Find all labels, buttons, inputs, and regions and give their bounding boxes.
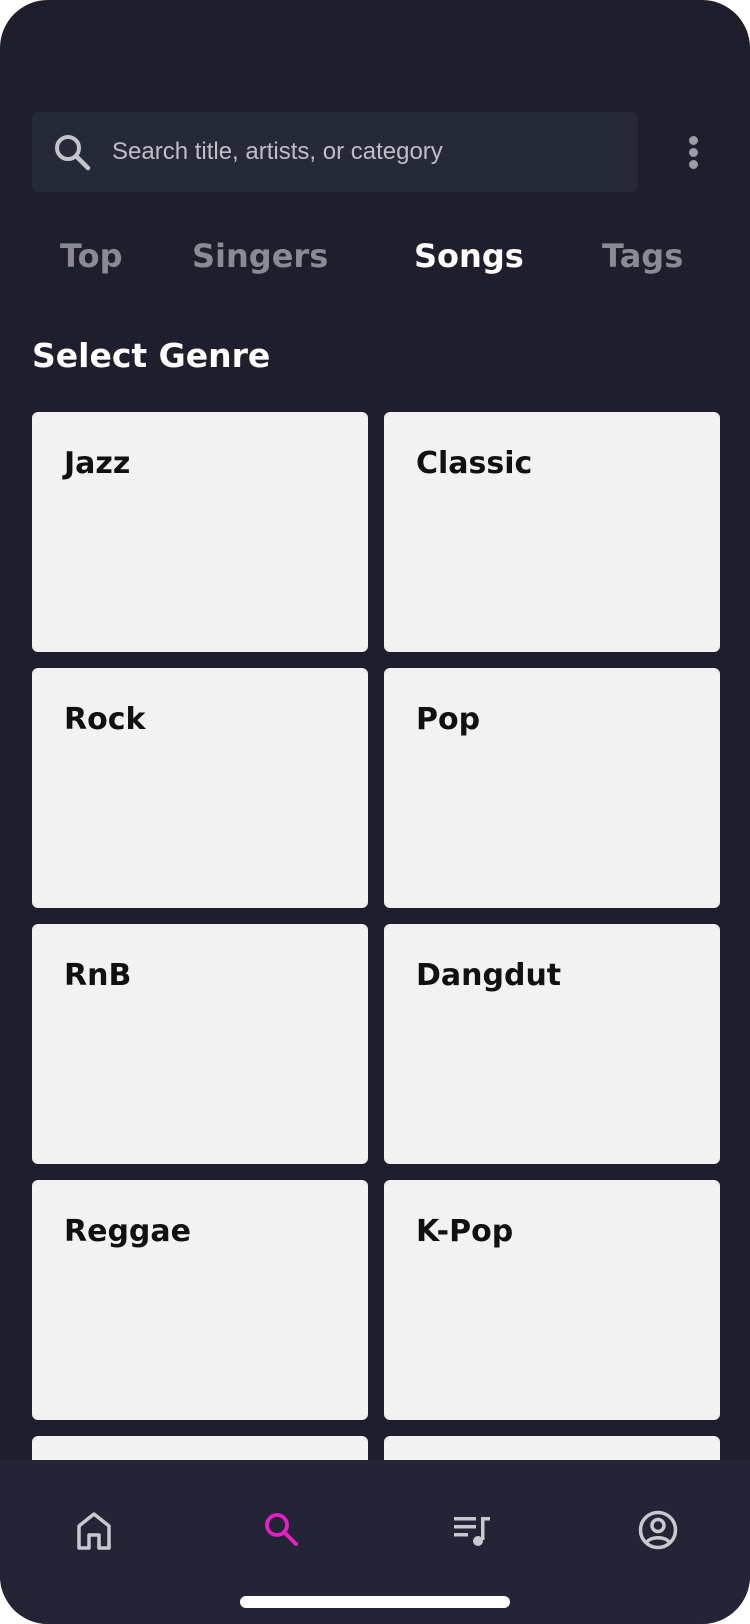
genre-card-rnb[interactable]: RnB	[32, 924, 368, 1164]
search-icon[interactable]	[256, 1504, 308, 1556]
tab-songs[interactable]: Songs	[414, 230, 524, 282]
genre-label: Jazz	[64, 446, 131, 481]
tab-top[interactable]: Top	[60, 230, 122, 282]
genre-card-pop[interactable]: Pop	[384, 668, 720, 908]
section-title: Select Genre	[32, 336, 271, 375]
genre-card-rock[interactable]: Rock	[32, 668, 368, 908]
more-vertical-icon[interactable]	[680, 130, 708, 174]
genre-card-reggae[interactable]: Reggae	[32, 1180, 368, 1420]
profile-icon[interactable]	[632, 1504, 684, 1556]
genre-label: Classic	[416, 446, 533, 481]
genre-label: Rock	[64, 702, 146, 737]
app-screen: Top Singers Songs Tags Select Genre Jazz…	[0, 0, 750, 1624]
home-icon[interactable]	[68, 1504, 120, 1556]
playlist-icon[interactable]	[446, 1504, 498, 1556]
genre-card-classic[interactable]: Classic	[384, 412, 720, 652]
search-bar[interactable]	[32, 112, 638, 192]
tab-singers[interactable]: Singers	[192, 230, 328, 282]
genre-label: Pop	[416, 702, 481, 737]
genre-card-dangdut[interactable]: Dangdut	[384, 924, 720, 1164]
tab-tags[interactable]: Tags	[602, 230, 683, 282]
category-tabs: Top Singers Songs Tags	[0, 230, 750, 282]
home-indicator	[240, 1596, 510, 1608]
genre-card-kpop[interactable]: K-Pop	[384, 1180, 720, 1420]
search-icon	[55, 135, 91, 171]
genre-card-jazz[interactable]: Jazz	[32, 412, 368, 652]
genre-label: RnB	[64, 958, 132, 993]
genre-label: Reggae	[64, 1214, 191, 1249]
search-input[interactable]	[112, 112, 622, 192]
genre-label: K-Pop	[416, 1214, 514, 1249]
genre-label: Dangdut	[416, 958, 562, 993]
